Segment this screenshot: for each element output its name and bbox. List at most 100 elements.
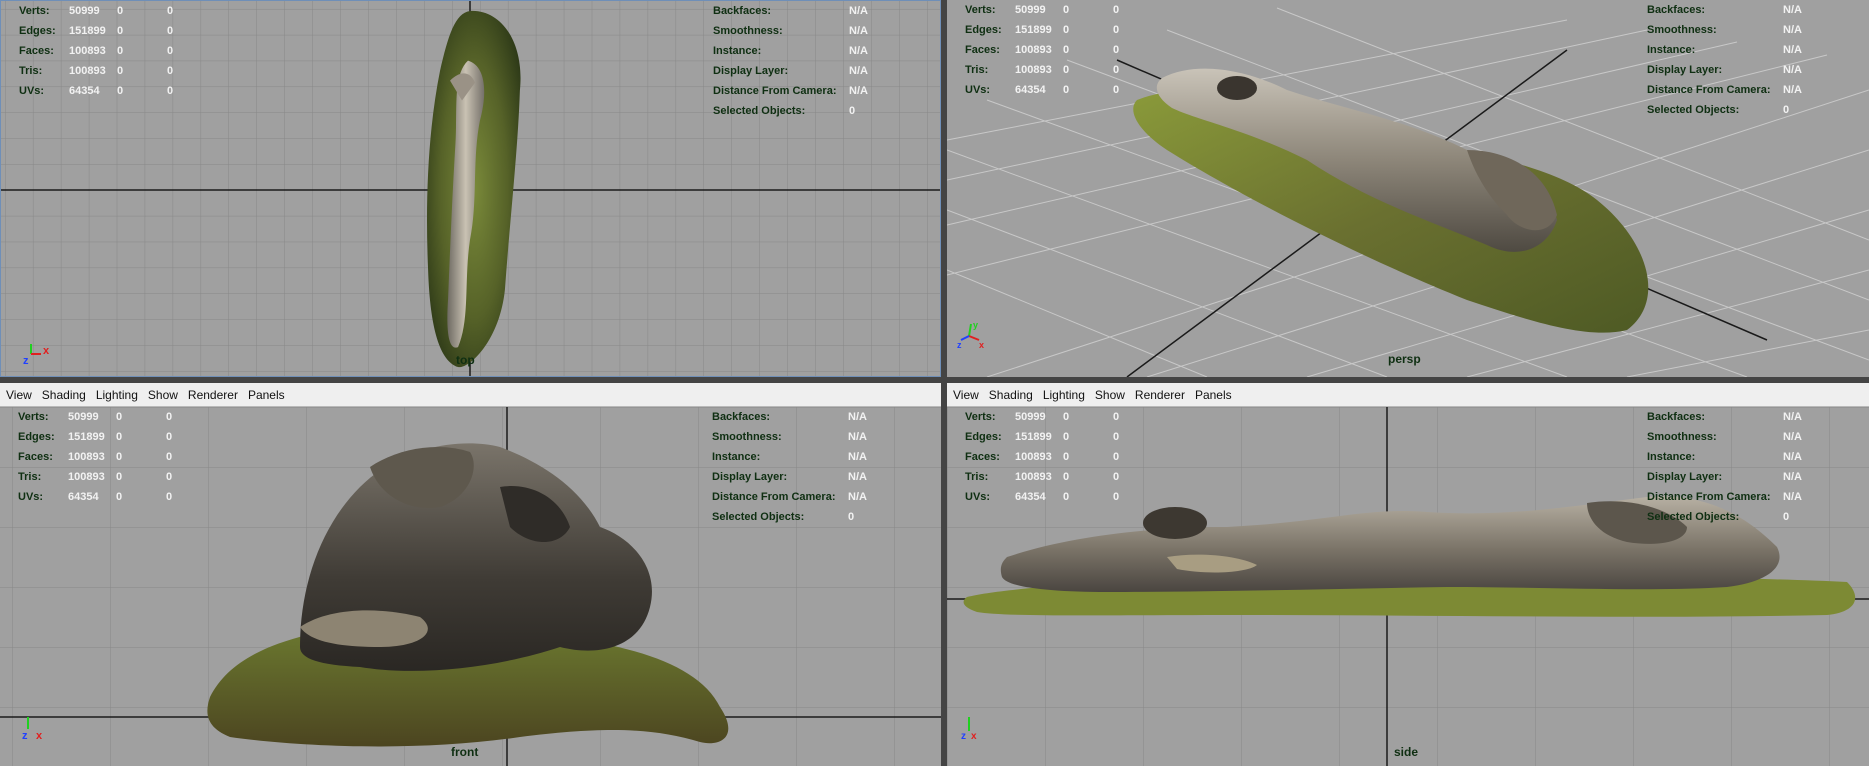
menu-shading[interactable]: Shading (989, 388, 1033, 402)
menu-renderer[interactable]: Renderer (188, 388, 238, 402)
menu-lighting[interactable]: Lighting (1043, 388, 1085, 402)
stat-label: Tris: (19, 65, 43, 77)
stat-row-uvs: UVs: 64354 0 0 (19, 81, 219, 101)
stat-value: 100893 (1015, 471, 1052, 483)
info-label: Backfaces: (712, 411, 771, 423)
stat-label: Tris: (965, 471, 989, 483)
menu-show[interactable]: Show (1095, 388, 1125, 402)
info-row-display-layer: Display Layer: N/A (1647, 467, 1847, 487)
info-label: Display Layer: (1647, 471, 1723, 483)
side-info-hud: Backfaces: N/A Smoothness: N/A Instance: N/… (1647, 407, 1847, 527)
stat-value: 64354 (1015, 491, 1046, 503)
top-poly-count-hud: Verts: 50999 0 0 Edges: 151899 0 0 Faces: 10089… (19, 1, 219, 101)
stat-value: 0 (1113, 4, 1120, 16)
camera-label-front: front (451, 745, 479, 759)
stat-label: Faces: (965, 44, 1000, 56)
info-label: Smoothness: (713, 25, 783, 37)
stat-value: 50999 (1015, 411, 1046, 423)
stat-row-faces: Faces: 100893 0 0 (965, 447, 1165, 467)
svg-text:x: x (36, 730, 43, 742)
info-value: 0 (849, 105, 856, 117)
info-row-smoothness: Smoothness: N/A (713, 21, 913, 41)
info-value: N/A (848, 451, 867, 463)
info-row-instance: Instance: N/A (1647, 447, 1847, 467)
maya-viewport-layout: Verts: 50999 0 0 Edges: 151899 0 0 Faces: 10089… (0, 0, 1869, 766)
info-value: N/A (1783, 491, 1802, 503)
stat-value: 0 (1113, 64, 1120, 76)
info-label: Display Layer: (713, 65, 789, 77)
menu-show[interactable]: Show (148, 388, 178, 402)
stat-value: 0 (117, 45, 124, 57)
info-value: N/A (1783, 64, 1802, 76)
stat-value: 0 (1063, 491, 1070, 503)
stat-value: 50999 (68, 411, 99, 423)
stat-value: 100893 (1015, 64, 1052, 76)
stat-value: 0 (1063, 44, 1070, 56)
stat-value: 0 (116, 431, 123, 443)
info-row-distance: Distance From Camera: N/A (712, 487, 912, 507)
info-value: N/A (849, 85, 868, 97)
info-value: N/A (849, 5, 868, 17)
stat-value: 0 (1063, 471, 1070, 483)
axis-gizmo-icon: y x z (957, 318, 997, 358)
info-value: N/A (1783, 4, 1802, 16)
info-row-distance: Distance From Camera: N/A (1647, 80, 1847, 100)
menu-panels[interactable]: Panels (248, 388, 285, 402)
info-row-backfaces: Backfaces: N/A (1647, 407, 1847, 427)
menu-renderer[interactable]: Renderer (1135, 388, 1185, 402)
front-viewport-pane[interactable]: View Shading Lighting Show Renderer Pane… (0, 383, 941, 766)
stat-value: 0 (166, 451, 173, 463)
camera-label-persp: persp (1388, 352, 1421, 366)
info-row-distance: Distance From Camera: N/A (713, 81, 913, 101)
info-value: N/A (848, 471, 867, 483)
stat-value: 0 (116, 491, 123, 503)
info-label: Instance: (712, 451, 761, 463)
stat-label: UVs: (19, 85, 45, 97)
front-info-hud: Backfaces: N/A Smoothness: N/A Instance: N/… (712, 407, 912, 527)
stat-label: UVs: (965, 84, 991, 96)
stat-label: Verts: (965, 411, 996, 423)
side-viewport-pane[interactable]: View Shading Lighting Show Renderer Pane… (947, 383, 1869, 766)
stat-value: 0 (167, 45, 174, 57)
info-value: N/A (849, 25, 868, 37)
stat-row-edges: Edges: 151899 0 0 (965, 20, 1165, 40)
stat-value: 0 (116, 411, 123, 423)
info-row-selected: Selected Objects: 0 (712, 507, 912, 527)
info-value: N/A (1783, 24, 1802, 36)
stat-row-edges: Edges: 151899 0 0 (18, 427, 218, 447)
stat-value: 50999 (69, 5, 100, 17)
info-value: 0 (848, 511, 855, 523)
stat-label: UVs: (965, 491, 991, 503)
menu-view[interactable]: View (6, 388, 32, 402)
info-value: N/A (1783, 411, 1802, 423)
info-row-smoothness: Smoothness: N/A (1647, 20, 1847, 40)
info-row-distance: Distance From Camera: N/A (1647, 487, 1847, 507)
menu-view[interactable]: View (953, 388, 979, 402)
stat-label: Faces: (18, 451, 53, 463)
stat-value: 100893 (1015, 44, 1052, 56)
top-viewport-pane[interactable]: Verts: 50999 0 0 Edges: 151899 0 0 Faces: 10089… (0, 0, 941, 377)
front-poly-count-hud: Verts: 50999 0 0 Edges: 151899 0 0 Faces: 10089… (18, 407, 218, 507)
stat-value: 0 (1063, 24, 1070, 36)
info-row-instance: Instance: N/A (713, 41, 913, 61)
svg-text:y: y (973, 320, 978, 330)
camera-label-top: top (456, 353, 475, 367)
stat-value: 0 (167, 85, 174, 97)
menu-shading[interactable]: Shading (42, 388, 86, 402)
stat-label: Verts: (965, 4, 996, 16)
stat-label: Faces: (19, 45, 54, 57)
info-label: Display Layer: (1647, 64, 1723, 76)
axis-gizmo-icon: z x (22, 709, 62, 749)
info-label: Instance: (1647, 451, 1696, 463)
info-label: Distance From Camera: (712, 491, 836, 503)
info-row-selected: Selected Objects: 0 (1647, 507, 1847, 527)
stat-row-tris: Tris: 100893 0 0 (19, 61, 219, 81)
menu-lighting[interactable]: Lighting (96, 388, 138, 402)
axis-gizmo-icon: z x (23, 334, 63, 374)
info-row-smoothness: Smoothness: N/A (1647, 427, 1847, 447)
persp-viewport-pane[interactable]: Verts: 50999 0 0 Edges: 151899 0 0 Faces: 10089… (947, 0, 1869, 377)
stat-value: 0 (117, 65, 124, 77)
camera-label-side: side (1394, 745, 1419, 759)
info-label: Smoothness: (1647, 431, 1717, 443)
menu-panels[interactable]: Panels (1195, 388, 1232, 402)
